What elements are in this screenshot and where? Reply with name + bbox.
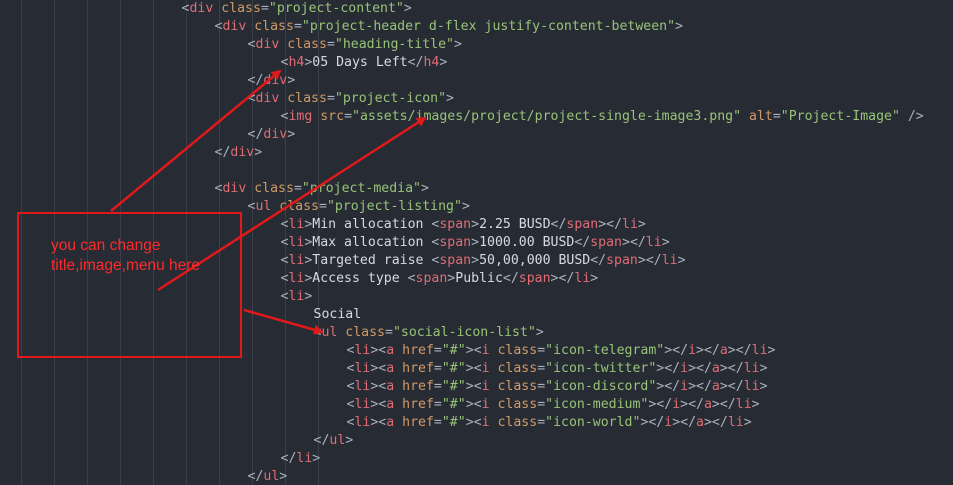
annotation-note-line2: title,image,menu here — [51, 257, 201, 274]
arrow-to-menu — [243, 308, 324, 335]
arrow-to-title — [110, 69, 282, 212]
annotation-note-line1: you can change — [51, 237, 161, 254]
annotation-note: you can change title,image,menu here — [51, 236, 241, 276]
code-editor[interactable]: <div class="project-content"> <div class=… — [0, 0, 953, 485]
annotation-box — [17, 212, 242, 358]
